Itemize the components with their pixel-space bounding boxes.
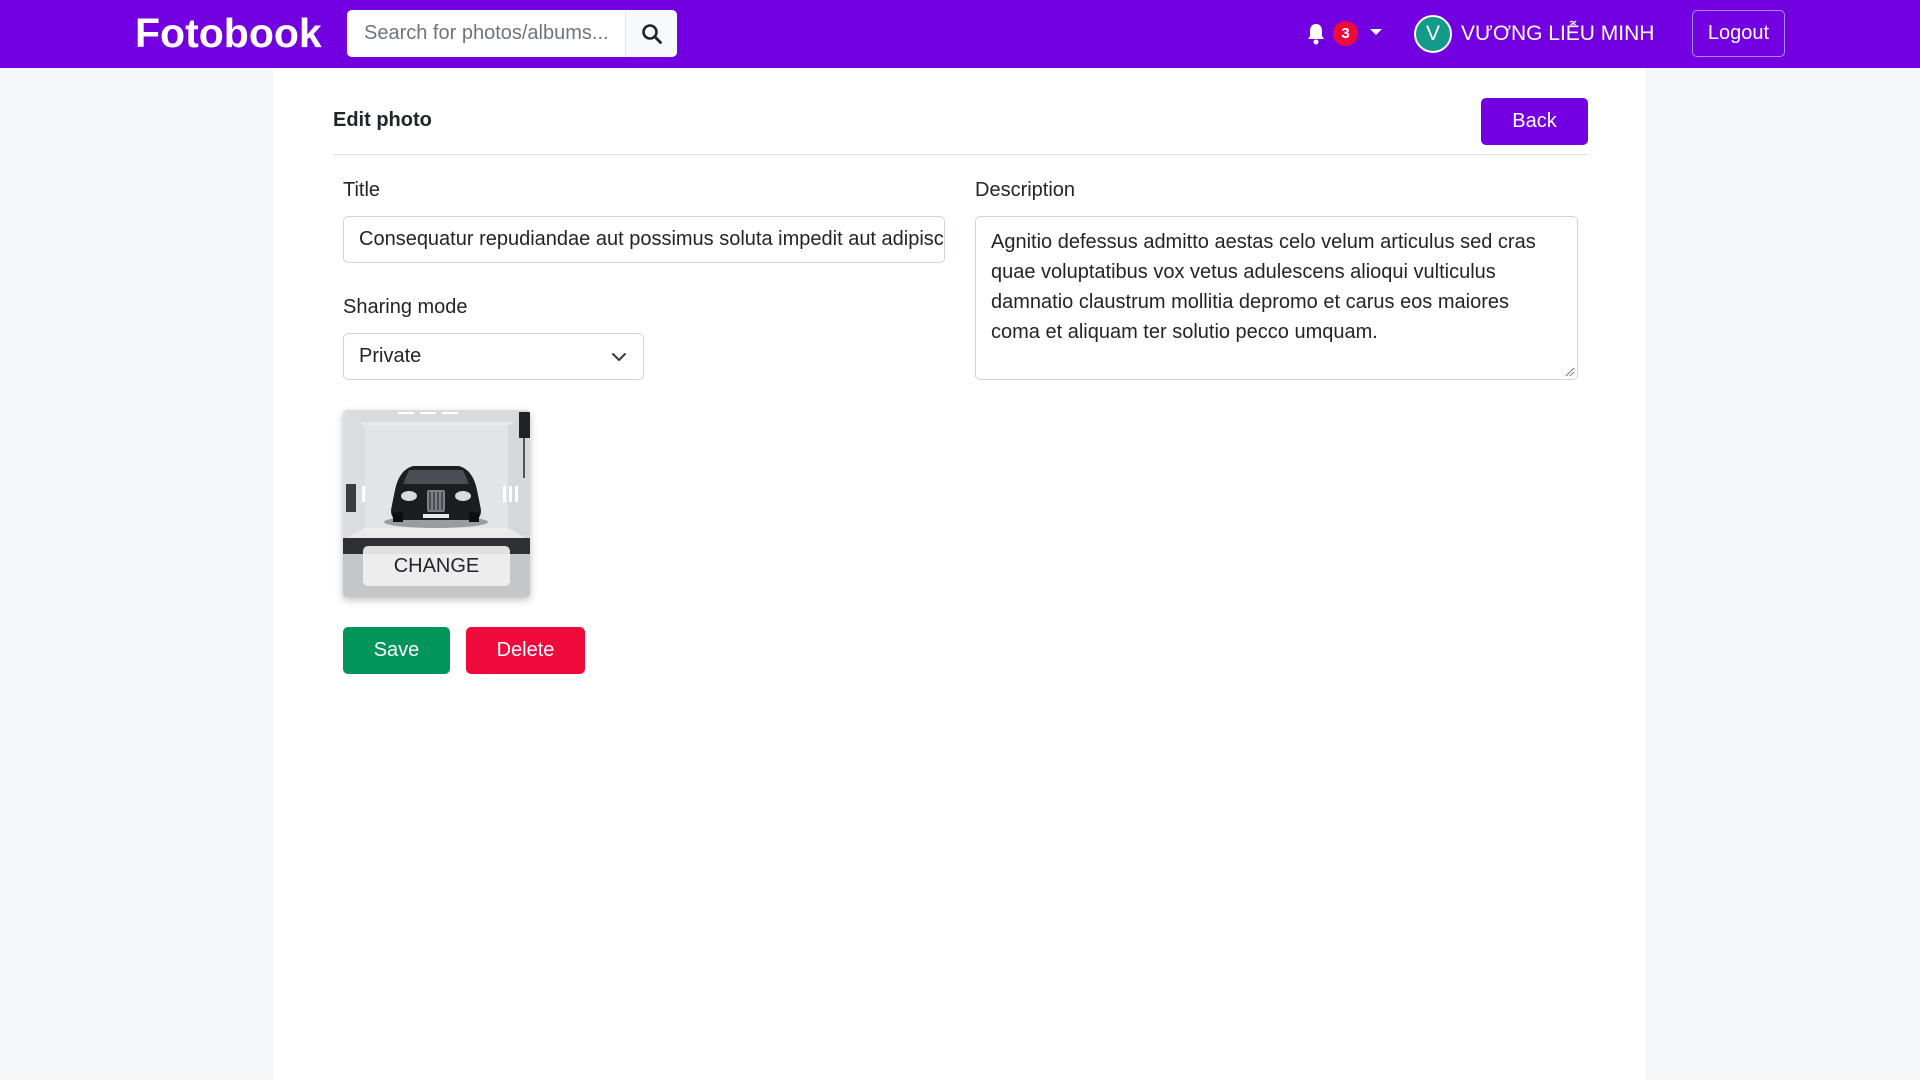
user-name[interactable]: VƯƠNG LIỄU MINH — [1461, 20, 1654, 48]
description-label: Description — [975, 179, 1076, 201]
photo-preview: CHANGE — [343, 410, 530, 597]
bell-icon[interactable] — [1306, 22, 1326, 46]
resize-handle-icon[interactable] — [1565, 367, 1575, 377]
description-textarea[interactable]: Agnitio defessus admitto aestas celo vel… — [975, 216, 1578, 380]
delete-button[interactable]: Delete — [466, 627, 585, 674]
sharing-mode-select[interactable]: Private — [343, 333, 644, 380]
change-photo-button[interactable]: CHANGE — [363, 546, 510, 586]
search-input[interactable] — [347, 10, 625, 57]
back-button[interactable]: Back — [1481, 98, 1588, 145]
title-input[interactable]: Consequatur repudiandae aut possimus sol… — [343, 216, 945, 263]
description-text: Agnitio defessus admitto aestas celo vel… — [991, 231, 1536, 343]
user-avatar[interactable]: V — [1414, 15, 1452, 53]
search-box — [347, 10, 677, 57]
search-button[interactable] — [625, 10, 677, 57]
top-navbar: Fotobook 3 V VƯƠNG LIỄU MINH Logout — [0, 0, 1920, 68]
brand-logo[interactable]: Fotobook — [135, 8, 322, 58]
sharing-mode-value: Private — [359, 345, 422, 367]
page-title: Edit photo — [333, 109, 432, 131]
search-icon — [641, 23, 662, 44]
chevron-down-icon — [612, 353, 626, 361]
sharing-mode-label: Sharing mode — [343, 296, 468, 318]
header-divider — [333, 154, 1588, 155]
notification-count-badge: 3 — [1333, 21, 1358, 46]
title-label: Title — [343, 179, 381, 201]
notification-dropdown-caret-icon[interactable] — [1370, 29, 1382, 35]
logout-button[interactable]: Logout — [1692, 10, 1785, 57]
save-button[interactable]: Save — [343, 627, 450, 674]
